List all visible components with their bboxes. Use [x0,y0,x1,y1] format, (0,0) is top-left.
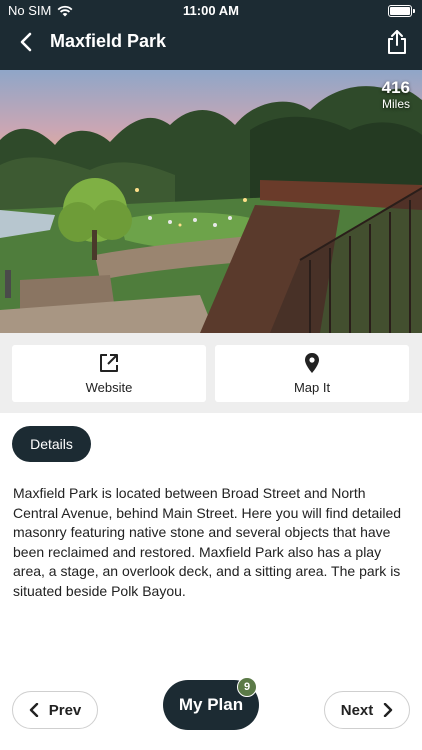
status-time: 11:00 AM [183,3,239,18]
back-button[interactable] [14,30,38,54]
description-text: Maxfield Park is located between Broad S… [13,485,402,599]
website-button[interactable]: Website [12,345,206,402]
next-button[interactable]: Next [324,691,410,729]
external-link-icon [100,354,118,372]
park-scene-illustration [0,70,422,333]
share-button[interactable] [386,29,408,55]
park-photo: 416 Miles [0,70,422,333]
app-header: No SIM 11:00 AM Maxfield Park [0,0,422,70]
my-plan-count-badge: 9 [237,677,257,697]
prev-label: Prev [48,701,82,719]
map-it-label: Map It [293,380,331,395]
chevron-right-icon [384,703,393,717]
tab-details[interactable]: Details [12,426,91,462]
page-title: Maxfield Park [50,31,167,51]
map-pin-icon [305,353,319,373]
status-bar: No SIM 11:00 AM [0,0,422,22]
distance-unit: Miles [381,97,410,111]
map-it-button[interactable]: Map It [215,345,409,402]
share-icon [388,30,406,54]
chevron-left-icon [29,703,38,717]
distance-value: 416 [381,78,410,97]
my-plan-label: My Plan [178,695,244,714]
battery-icon [388,5,415,17]
back-arrow-icon [20,32,32,52]
distance-label: 416 Miles [382,78,410,111]
action-bar: Website Map It [0,333,422,413]
prev-button[interactable]: Prev [12,691,98,729]
website-label: Website [85,380,133,395]
next-label: Next [340,701,374,719]
